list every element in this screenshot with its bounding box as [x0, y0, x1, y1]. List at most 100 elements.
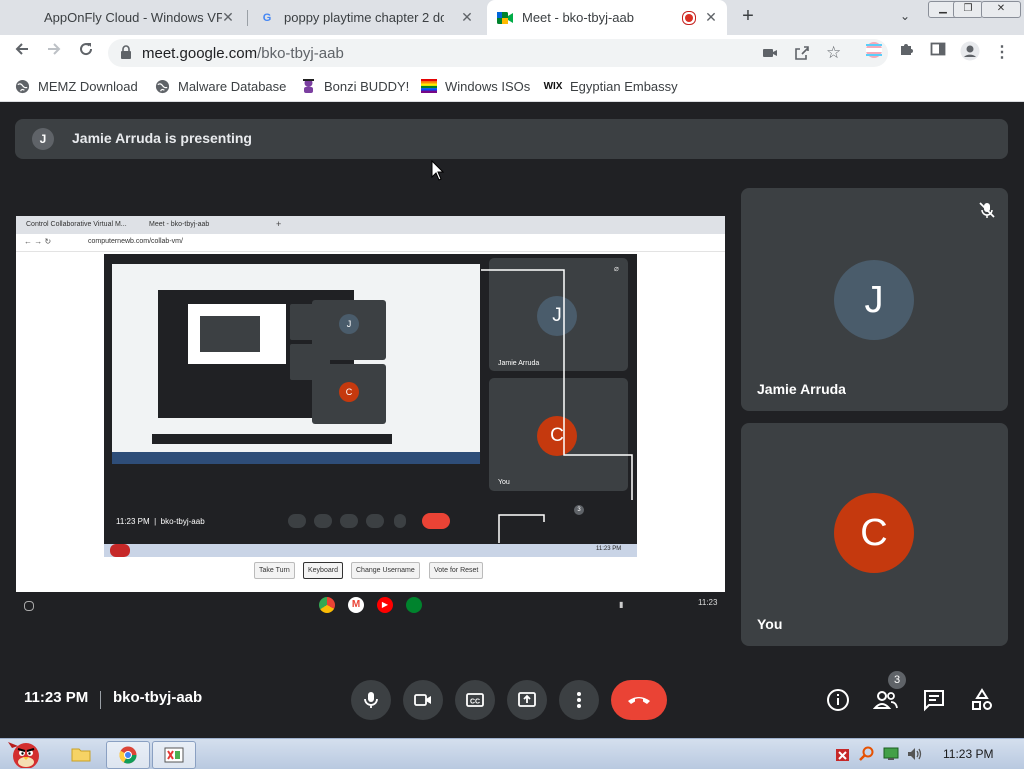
start-button[interactable] [2, 741, 50, 768]
bookmark-star-icon[interactable]: ☆ [826, 44, 844, 62]
tab-title: poppy playtime chapter 2 download [284, 10, 444, 25]
new-tab-button[interactable]: + [737, 5, 759, 27]
presenting-text: Jamie Arruda is presenting [72, 130, 252, 146]
people-icon [873, 691, 898, 709]
security-alert-icon[interactable] [834, 741, 852, 767]
present-screen-button[interactable] [507, 680, 547, 720]
shared-present-button [366, 514, 384, 528]
camera-icon[interactable] [762, 45, 778, 61]
tab-divider [247, 10, 248, 26]
meeting-details-button[interactable] [824, 686, 852, 714]
chrome-taskbar-button[interactable] [106, 741, 150, 769]
hang-up-icon [628, 697, 650, 704]
angry-bird-start-icon [8, 742, 39, 768]
rainbow-flag-icon [421, 78, 437, 94]
browser-tab-strip: AppOnFly Cloud - Windows VPS ✕ G poppy p… [0, 0, 1024, 35]
shared-taskbar-clock: 11:23 PM [596, 546, 622, 552]
svg-text:CC: CC [470, 699, 480, 706]
keyboard-button: Keyboard [303, 562, 343, 579]
app-window-icon [164, 747, 184, 763]
close-tab-icon[interactable]: ✕ [220, 9, 236, 25]
file-icon: ▮ [619, 600, 624, 609]
shared-end-call-button [422, 513, 450, 529]
shared-tab-title: Meet - bko-tbyj-aab [149, 221, 210, 228]
microphone-button[interactable] [351, 680, 391, 720]
captions-button[interactable]: CC [455, 680, 495, 720]
folder-icon [71, 748, 91, 762]
close-window-button[interactable]: ✕ [981, 1, 1021, 18]
chat-icon [924, 690, 944, 712]
close-tab-icon[interactable]: ✕ [459, 9, 475, 25]
address-bar[interactable]: meet.google.com/bko-tbyj-aab ☆ [108, 39, 888, 67]
more-vert-icon[interactable]: ⋮ [990, 41, 1014, 65]
youtube-icon: ▶ [377, 597, 393, 613]
participant-tile-you[interactable]: C You [741, 423, 1008, 646]
browser-toolbar: meet.google.com/bko-tbyj-aab ☆ ⋮ [0, 35, 1024, 71]
leave-call-button[interactable] [611, 680, 667, 720]
shared-taskbar: 11:23 PM [104, 544, 637, 557]
shared-time: 11:23 PM [116, 517, 150, 526]
shared-more-button [394, 514, 406, 528]
taskbar-clock[interactable]: 11:23 PM [943, 747, 993, 761]
meeting-time: 11:23 PM [24, 689, 89, 706]
close-tab-icon[interactable]: ✕ [703, 9, 719, 25]
activities-shapes-icon [972, 688, 992, 710]
bookmark-label: MEMZ Download [38, 78, 138, 94]
bookmark-bonzi-buddy[interactable]: Bonzi BUDDY! [300, 77, 409, 95]
camera-button[interactable] [403, 680, 443, 720]
url-path: /bko-tbyj-aab [257, 45, 344, 62]
tab-google-search[interactable]: G poppy playtime chapter 2 download ✕ [251, 0, 483, 35]
shared-meeting-info: 11:23 PM | bko-tbyj-aab [116, 517, 205, 526]
search-magnifier-icon[interactable] [858, 741, 876, 767]
profile-avatar-icon[interactable] [958, 41, 982, 65]
forward-arrow-icon[interactable] [42, 41, 66, 65]
volume-icon[interactable] [906, 741, 924, 767]
bookmark-label: Malware Database [178, 78, 287, 94]
change-username-button: Change Username [351, 562, 420, 579]
present-screen-icon [518, 692, 536, 707]
url-host: meet.google.com [142, 45, 258, 62]
share-icon[interactable] [794, 45, 810, 61]
bookmark-malware-database[interactable]: Malware Database [154, 77, 286, 95]
tab-search-chevron-icon[interactable]: ⌄ [896, 7, 914, 25]
shared-cc-button [340, 514, 358, 528]
bookmark-label: Egyptian Embassy [570, 78, 678, 94]
participant-name: You [757, 616, 783, 632]
shared-screen[interactable]: Control Collaborative Virtual M... Meet … [16, 216, 725, 592]
presenting-banner: J Jamie Arruda is presenting [15, 119, 1008, 159]
people-button[interactable] [872, 686, 900, 714]
video-camera-icon [414, 694, 431, 706]
side-panel-icon[interactable] [926, 41, 950, 65]
profile-flag-icon[interactable] [862, 41, 886, 65]
shared-shelf-time: 11:23 [698, 598, 718, 607]
bookmark-egyptian-embassy[interactable]: WIX Egyptian Embassy [544, 77, 678, 95]
shared-address-bar: ← → ↻ computernewb.com/collab-vm/ [16, 234, 725, 252]
bookmark-label: Bonzi BUDDY! [324, 78, 410, 94]
bookmarks-bar: MEMZ Download Malware Database Bonzi BUD… [0, 71, 1024, 102]
meet-icon [497, 10, 513, 26]
windows-taskbar: 11:23 PM [0, 738, 1024, 769]
meet-icon [406, 597, 422, 613]
extensions-puzzle-icon[interactable] [894, 41, 918, 65]
network-icon[interactable] [882, 741, 900, 767]
shared-mic-button [288, 514, 306, 528]
chat-button[interactable] [920, 686, 948, 714]
tab-apponfly[interactable]: AppOnFly Cloud - Windows VPS ✕ [16, 0, 244, 35]
explorer-taskbar-button[interactable] [66, 741, 96, 767]
shared-cam-button [314, 514, 332, 528]
screen-artifact-lines [481, 269, 633, 543]
shared-new-tab-icon: + [276, 219, 282, 229]
participant-tile-jamie[interactable]: J Jamie Arruda [741, 188, 1008, 411]
restore-window-button[interactable]: ❐ [953, 1, 983, 18]
tab-meet[interactable]: Meet - bko-tbyj-aab ✕ [487, 0, 727, 35]
more-options-button[interactable] [559, 680, 599, 720]
back-arrow-icon[interactable] [10, 41, 34, 65]
participant-avatar: J [834, 260, 914, 340]
bookmark-memz[interactable]: MEMZ Download [14, 77, 138, 95]
activities-button[interactable] [968, 686, 996, 714]
participant-avatar: C [834, 493, 914, 573]
recording-indicator-icon [682, 11, 696, 25]
bookmark-windows-isos[interactable]: Windows ISOs [421, 77, 530, 95]
app-taskbar-button[interactable] [152, 741, 196, 769]
reload-icon[interactable] [74, 41, 98, 65]
